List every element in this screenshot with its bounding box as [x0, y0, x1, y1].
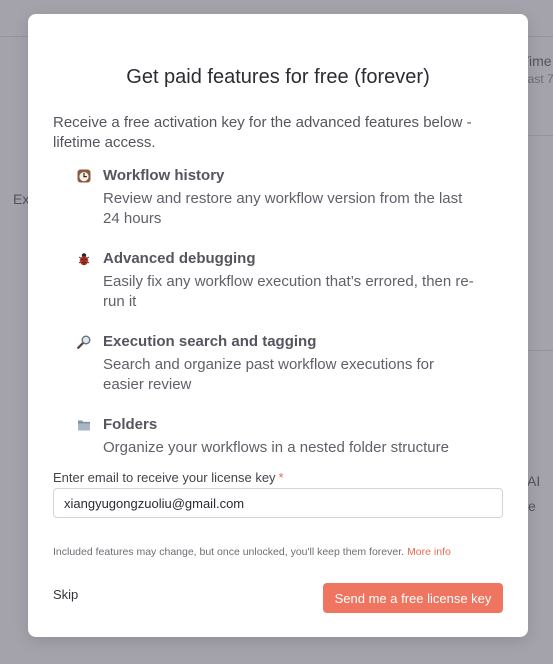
disclaimer: Included features may change, but once u…: [53, 546, 451, 558]
feature-description: Review and restore any workflow version …: [103, 190, 463, 227]
feature-list: Workflow history Review and restore any …: [75, 166, 475, 458]
skip-button[interactable]: Skip: [53, 587, 78, 602]
feature-description: Easily fix any workflow execution that’s…: [103, 273, 474, 310]
background-fragment-right-2: e: [528, 498, 536, 514]
ladybug-icon: [75, 250, 93, 268]
email-input[interactable]: [53, 488, 503, 518]
more-info-link[interactable]: More info: [407, 546, 451, 558]
feature-workflow-history: Workflow history Review and restore any …: [75, 166, 475, 228]
modal-title: Get paid features for free (forever): [126, 66, 430, 88]
feature-execution-search: Execution search and tagging Search and …: [75, 332, 475, 394]
upgrade-modal: Get paid features for free (forever) Rec…: [28, 14, 528, 637]
feature-advanced-debugging: Advanced debugging Easily fix any workfl…: [75, 249, 475, 311]
background-fragment-right-1: AI: [527, 473, 541, 489]
feature-folders: Folders Organize your workflows in a nes…: [75, 415, 475, 458]
feature-description: Search and organize past workflow execut…: [103, 356, 435, 393]
feature-title: Workflow history: [103, 167, 225, 184]
feature-title: Execution search and tagging: [103, 333, 317, 350]
magnifier-icon: [75, 333, 93, 351]
feature-description: Organize your workflows in a nested fold…: [103, 439, 449, 456]
background-fragment-left: Ex: [13, 191, 30, 207]
folder-icon: [75, 416, 93, 434]
send-license-key-button[interactable]: Send me a free license key: [323, 583, 503, 613]
feature-title: Advanced debugging: [103, 250, 256, 267]
modal-intro: Receive a free activation key for the ad…: [53, 114, 472, 151]
email-label-text: Enter email to receive your license key: [53, 470, 276, 485]
feature-title: Folders: [103, 416, 158, 433]
disclaimer-text: Included features may change, but once u…: [53, 546, 405, 558]
email-label: Enter email to receive your license key *: [53, 470, 284, 485]
clock-icon: [75, 167, 93, 185]
required-marker: *: [278, 470, 284, 485]
